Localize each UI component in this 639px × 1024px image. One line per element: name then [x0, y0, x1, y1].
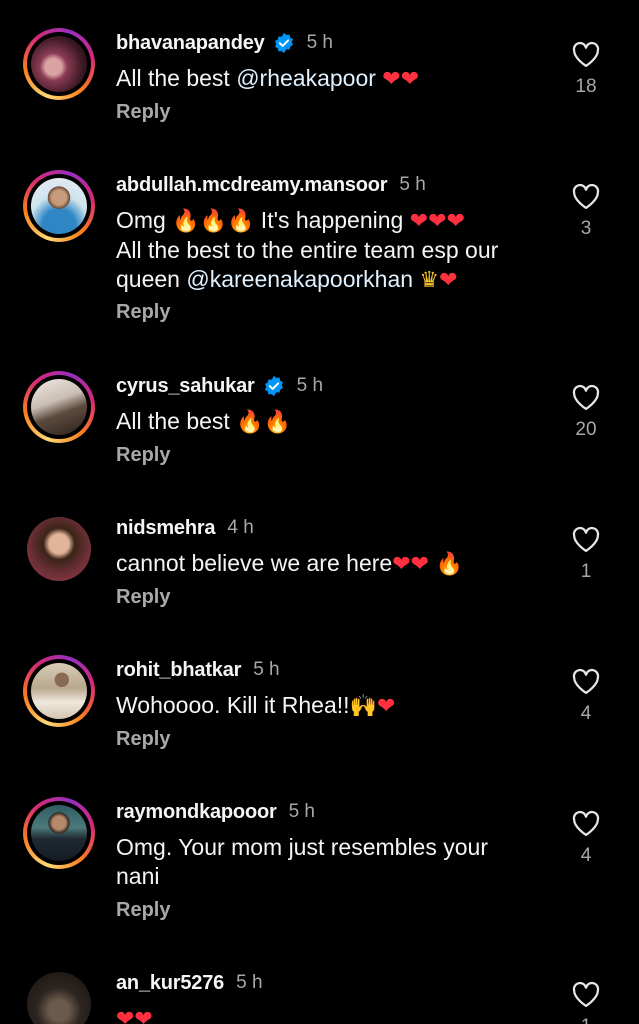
username[interactable]: bhavanapandey	[116, 32, 265, 55]
avatar[interactable]	[23, 797, 95, 869]
fire-emoji: 🔥🔥🔥	[172, 209, 255, 234]
timestamp: 4 h	[227, 517, 254, 538]
comment-text: All the best @rheakapoor ❤❤	[116, 64, 546, 94]
comment-text-segment: All the best	[116, 408, 237, 434]
timestamp: 5 h	[236, 972, 263, 993]
avatar[interactable]	[23, 655, 95, 727]
reply-button[interactable]: Reply	[116, 586, 170, 609]
like-button[interactable]: 1	[566, 980, 606, 1024]
username[interactable]: raymondkapooor	[116, 801, 277, 824]
verified-badge-icon	[274, 32, 293, 54]
comment-text-segment: All the best to the entire team esp our	[116, 237, 499, 263]
like-button[interactable]: 20	[566, 383, 606, 441]
avatar[interactable]	[23, 513, 95, 585]
username[interactable]: cyrus_sahukar	[116, 375, 255, 398]
fire-emoji: 🔥🔥	[236, 410, 291, 435]
hands-emoji: 🙌	[349, 694, 377, 719]
heart-outline-icon	[572, 183, 600, 209]
like-button[interactable]: 4	[566, 809, 606, 867]
like-button[interactable]: 4	[566, 667, 606, 725]
heart-emoji: ❤	[376, 694, 396, 719]
reply-button[interactable]: Reply	[116, 899, 170, 922]
like-count: 18	[575, 76, 597, 97]
reply-button[interactable]: Reply	[116, 728, 170, 751]
like-count: 4	[580, 845, 592, 866]
reply-button[interactable]: Reply	[116, 101, 170, 124]
comment-text: All the best 🔥🔥	[116, 407, 546, 437]
comment-text-segment: All the best	[116, 65, 237, 91]
comment-text-segment: It's happening	[254, 207, 410, 233]
comment-text-segment: nani	[116, 863, 160, 889]
reply-button[interactable]: Reply	[116, 444, 170, 467]
comments-list: bhavanapandey 5 h All the best @rheakapo…	[0, 0, 639, 1024]
avatar[interactable]	[23, 968, 95, 1024]
heart-outline-icon	[572, 668, 600, 694]
heart-emoji: ❤❤❤	[409, 209, 466, 234]
comment-text: cannot believe we are here❤❤ 🔥	[116, 549, 546, 579]
comment-text: Omg 🔥🔥🔥 It's happening ❤❤❤ All the best t…	[116, 206, 546, 295]
mention-link[interactable]: @rheakapoor	[236, 65, 376, 91]
like-button[interactable]: 3	[566, 182, 606, 240]
mention-link[interactable]: @kareenakapoorkhan	[186, 266, 413, 292]
timestamp: 5 h	[288, 801, 315, 822]
comment-text: Wohoooo. Kill it Rhea!!🙌❤	[116, 691, 546, 721]
like-count: 1	[566, 1016, 606, 1024]
avatar[interactable]	[23, 28, 95, 100]
like-count: 3	[580, 218, 592, 239]
timestamp: 5 h	[253, 659, 280, 680]
username[interactable]: abdullah.mcdreamy.mansoor	[116, 174, 388, 197]
heart-emoji: ❤❤	[116, 1007, 153, 1024]
fire-emoji: 🔥	[435, 552, 463, 577]
comment-text-segment: cannot believe we are here	[116, 550, 393, 576]
heart-emoji: ❤	[439, 268, 458, 293]
heart-outline-icon	[572, 810, 600, 836]
like-button[interactable]: 1	[566, 525, 606, 583]
like-count: 20	[575, 419, 597, 440]
timestamp: 5 h	[306, 32, 333, 53]
comment-text-segment: Wohoooo. Kill it Rhea!!	[116, 692, 350, 718]
comment-text-segment: queen	[116, 266, 187, 292]
like-button[interactable]: 18	[566, 40, 606, 98]
heart-emoji: ❤❤	[382, 67, 420, 92]
heart-outline-icon	[572, 41, 600, 67]
username[interactable]: an_kur5276	[116, 972, 224, 995]
avatar[interactable]	[23, 371, 95, 443]
heart-outline-icon	[572, 526, 600, 552]
avatar[interactable]	[23, 170, 95, 242]
crown-emoji: ♛	[419, 268, 440, 293]
timestamp: 5 h	[296, 375, 324, 396]
like-count: 1	[580, 561, 592, 582]
username[interactable]: rohit_bhatkar	[116, 659, 241, 682]
verified-badge-icon	[264, 375, 283, 397]
heart-emoji: ❤❤	[392, 552, 430, 577]
comment-text-segment: Omg. Your mom just resembles your	[116, 834, 488, 860]
like-count: 4	[580, 703, 592, 724]
timestamp: 5 h	[399, 174, 426, 195]
heart-outline-icon	[572, 384, 600, 410]
username[interactable]: nidsmehra	[116, 517, 216, 540]
comment-text-segment: Omg	[116, 207, 173, 233]
reply-button[interactable]: Reply	[116, 301, 170, 324]
comment-text: Omg. Your mom just resembles your nani	[116, 833, 546, 891]
heart-outline-icon	[572, 981, 600, 1007]
comment-text: ❤❤	[116, 1004, 546, 1024]
